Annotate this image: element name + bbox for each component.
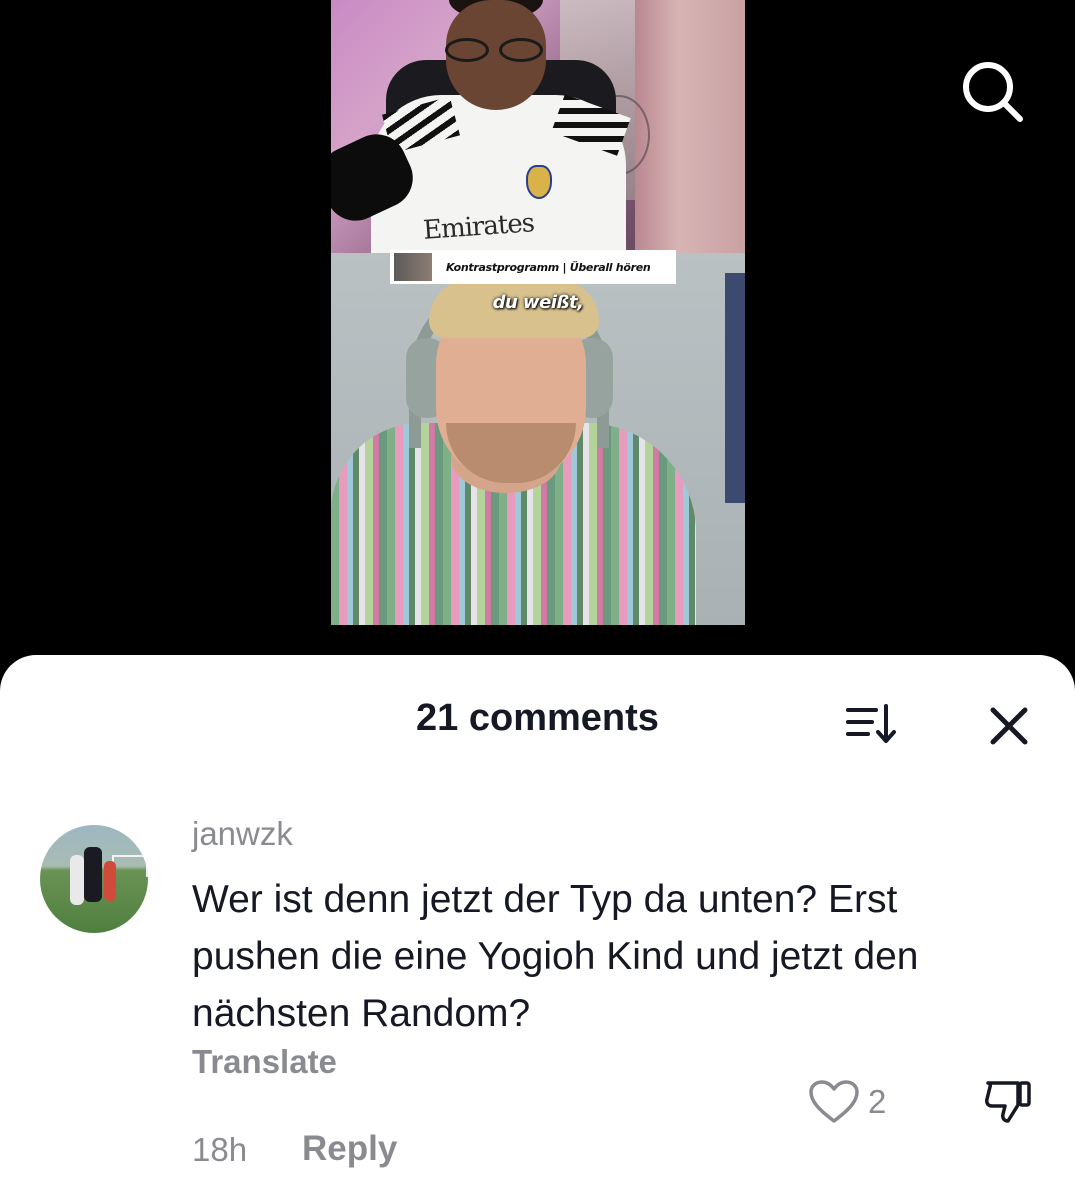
comment-text: Wer ist denn jetzt der Typ da unten? Ers… — [192, 878, 919, 1035]
banner-text: Kontrastprogramm | Überall hören — [446, 260, 651, 274]
search-button[interactable] — [958, 57, 1026, 125]
club-crest — [526, 165, 552, 199]
reply-button[interactable]: Reply — [302, 1129, 397, 1169]
close-button[interactable] — [984, 701, 1034, 751]
sort-button[interactable] — [842, 700, 902, 750]
video-player[interactable]: Emirates Kontrastprogramm | Überall höre… — [331, 0, 745, 625]
comments-sheet: 21 comments janwzk Wer ist denn jetzt de… — [0, 655, 1075, 1200]
dislike-button[interactable] — [982, 1075, 1034, 1127]
podcast-banner: Kontrastprogramm | Überall hören — [390, 250, 676, 284]
search-icon — [963, 62, 1023, 122]
comment-username[interactable]: janwzk — [192, 815, 293, 853]
heart-outline-icon — [809, 1080, 859, 1123]
comment-timestamp: 18h — [192, 1131, 248, 1168]
sort-icon — [846, 704, 896, 743]
video-top-panel: Emirates — [331, 0, 745, 253]
thumbs-down-icon — [985, 1081, 1031, 1123]
translate-button[interactable]: Translate — [192, 1043, 337, 1081]
like-button[interactable]: 2 — [808, 1077, 898, 1127]
close-icon — [990, 707, 1028, 745]
avatar[interactable] — [40, 825, 148, 933]
video-caption: du weißt, — [492, 292, 584, 313]
banner-thumbnail — [394, 253, 432, 281]
like-count: 2 — [868, 1083, 887, 1120]
comments-count-title: 21 comments — [416, 697, 659, 739]
screen: Emirates Kontrastprogramm | Überall höre… — [0, 0, 1075, 1200]
comment-item: janwzk Wer ist denn jetzt der Typ da unt… — [0, 815, 1075, 1200]
